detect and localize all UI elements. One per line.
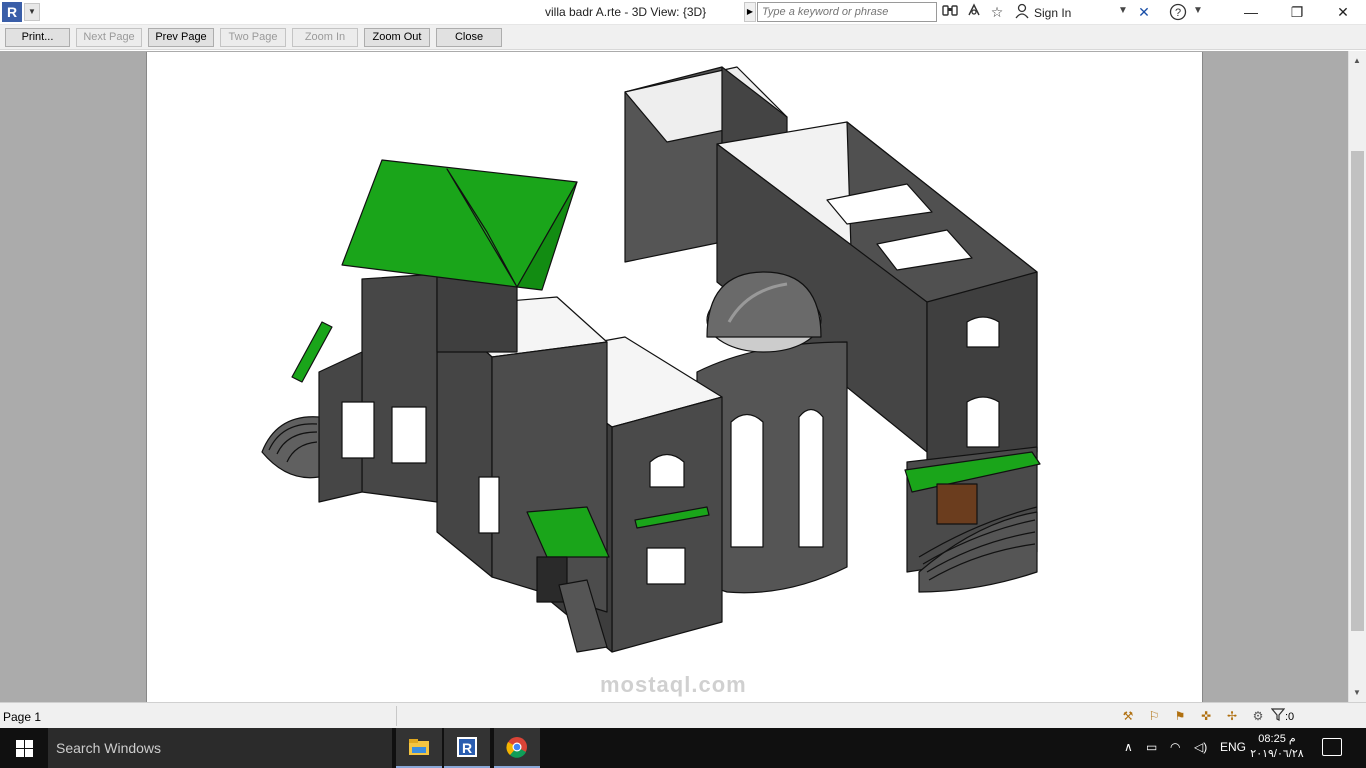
file-explorer-icon[interactable] [396, 728, 442, 768]
status-divider [396, 706, 397, 726]
vertical-scrollbar[interactable]: ▲ ▼ [1348, 51, 1366, 702]
language-indicator[interactable]: ENG [1220, 740, 1246, 754]
worksharing-icon[interactable]: ⚒ [1118, 707, 1138, 725]
minimize-icon[interactable]: — [1228, 0, 1274, 25]
help-dropdown-icon[interactable]: ▼ [1193, 5, 1203, 16]
wifi-icon[interactable]: ◠ [1170, 740, 1180, 754]
taskbar-search[interactable]: Search Windows [48, 728, 392, 768]
preview-page [146, 52, 1203, 702]
svg-text:?: ? [1175, 7, 1181, 19]
search-input[interactable] [757, 2, 937, 22]
sign-in-link[interactable]: Sign In [1034, 6, 1071, 20]
next-page-button[interactable]: Next Page [76, 28, 142, 47]
zoom-in-button[interactable]: Zoom In [292, 28, 358, 47]
subscription-icon[interactable] [964, 3, 984, 21]
svg-text:R: R [462, 740, 472, 756]
preview-viewport [0, 51, 1348, 702]
scroll-up-icon[interactable]: ▲ [1353, 56, 1361, 65]
zoom-out-button[interactable]: Zoom Out [364, 28, 430, 47]
chrome-icon[interactable] [494, 728, 540, 768]
filter-count: :0 [1285, 711, 1295, 723]
sign-in-dropdown-icon[interactable]: ▼ [1118, 5, 1128, 16]
print-preview-toolbar: Print... Next Page Prev Page Two Page Zo… [0, 25, 1366, 50]
select-pinned-icon[interactable]: ✜ [1196, 707, 1216, 725]
clock-date: ٢٠١٩/٠٦/٢٨ [1250, 748, 1304, 760]
user-icon[interactable] [1012, 3, 1032, 21]
windows-taskbar: Search Windows R ∧ ▭ ◠ ◁) ENG 08:25 م ٢٠… [0, 728, 1366, 768]
watermark: mostaql.com [600, 672, 747, 697]
search-expand-icon[interactable]: ▶ [744, 2, 756, 22]
volume-icon[interactable]: ◁) [1194, 740, 1207, 754]
binoculars-icon[interactable] [940, 3, 960, 21]
app-menu-dropdown-icon[interactable]: ▼ [24, 3, 40, 21]
select-by-face-icon[interactable]: ✢ [1222, 707, 1242, 725]
status-bar: Page 1 ⚒ ⚐ ⚑ ✜ ✢ ⚙ :0 [0, 702, 1366, 728]
print-button[interactable]: Print... [5, 28, 70, 47]
clock[interactable]: 08:25 م ٢٠١٩/٠٦/٢٨ [1250, 732, 1304, 762]
windows-start-icon[interactable] [0, 728, 48, 768]
villa-3d-view [261, 66, 1041, 653]
revit-logo-icon[interactable]: R [2, 2, 22, 22]
favorites-star-icon[interactable]: ☆ [987, 3, 1007, 21]
page-indicator: Page 1 [3, 710, 42, 724]
show-hidden-icons-icon[interactable]: ∧ [1124, 740, 1133, 754]
restore-icon[interactable]: ❐ [1274, 0, 1320, 25]
close-window-icon[interactable]: ✕ [1320, 0, 1366, 25]
select-underlay-icon[interactable]: ⚑ [1170, 707, 1190, 725]
exchange-apps-icon[interactable]: ✕ [1134, 3, 1154, 21]
window-title: villa badr A.rte - 3D View: {3D} [545, 5, 707, 19]
close-button[interactable]: Close [436, 28, 502, 47]
help-icon[interactable]: ? [1168, 3, 1188, 21]
two-page-button[interactable]: Two Page [220, 28, 286, 47]
title-bar: R ▼ villa badr A.rte - 3D View: {3D} ▶ ☆… [0, 0, 1366, 25]
action-center-icon[interactable] [1322, 738, 1342, 756]
drag-elements-icon[interactable]: ⚙ [1248, 707, 1268, 725]
revit-taskbar-icon[interactable]: R [444, 728, 490, 768]
battery-icon[interactable]: ▭ [1146, 740, 1157, 754]
select-links-icon[interactable]: ⚐ [1144, 707, 1164, 725]
scroll-thumb[interactable] [1351, 151, 1364, 631]
prev-page-button[interactable]: Prev Page [148, 28, 214, 47]
scroll-down-icon[interactable]: ▼ [1353, 688, 1361, 697]
clock-time: 08:25 م [1258, 733, 1296, 745]
